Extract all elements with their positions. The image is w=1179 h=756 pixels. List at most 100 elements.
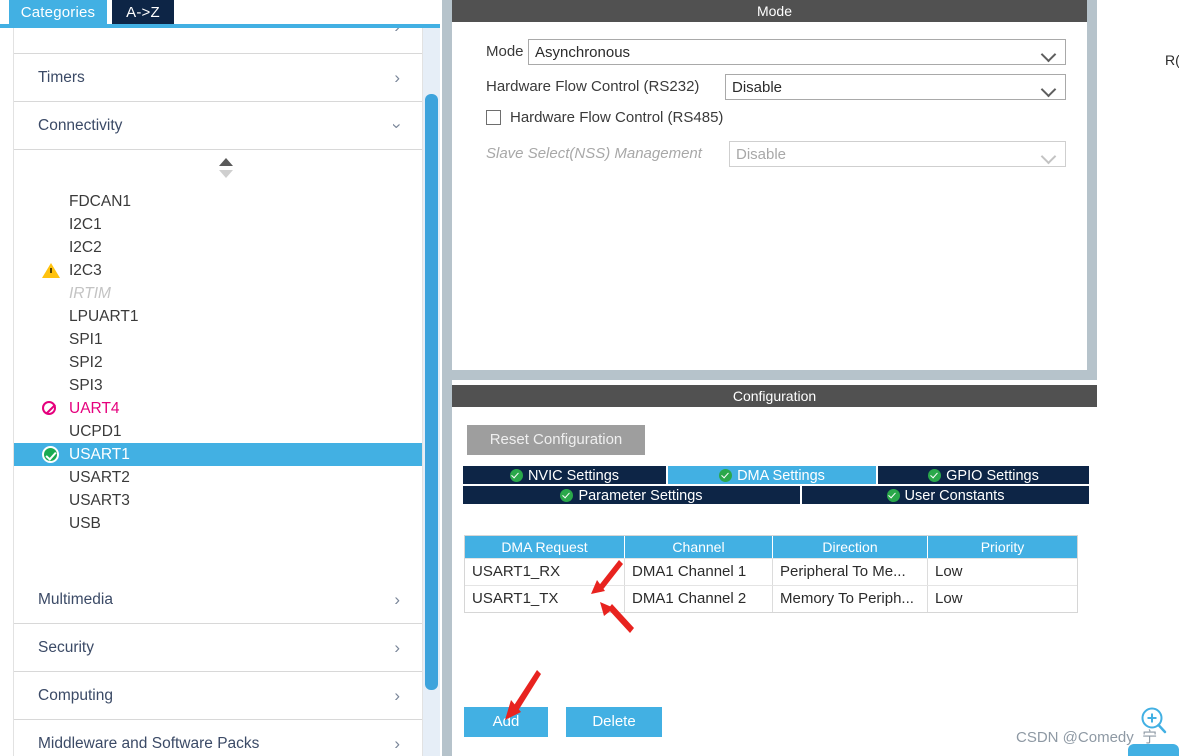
peripheral-label: USART3: [69, 492, 130, 509]
check-circle-icon: [719, 469, 733, 482]
category-row-analog[interactable]: Analog ›: [14, 28, 422, 54]
sidebar-scrollbar-thumb[interactable]: [425, 94, 438, 690]
chevron-right-icon: ›: [394, 686, 400, 705]
category-row-computing[interactable]: Computing ›: [14, 672, 422, 720]
sort-arrows-icon[interactable]: [217, 158, 237, 180]
peripheral-item-spi1[interactable]: SPI1: [14, 328, 422, 351]
peripheral-browser-panel: Categories A->Z Analog › Timers › Connec…: [0, 0, 440, 756]
peripheral-item-usart1[interactable]: USART1: [14, 443, 422, 466]
cell-priority: Low: [935, 563, 963, 580]
tab-a-to-z[interactable]: A->Z: [112, 0, 174, 26]
category-row-connectivity[interactable]: Connectivity ›: [14, 102, 422, 150]
configuration-panel-title: Configuration: [452, 385, 1097, 407]
check-circle-icon: [928, 469, 942, 482]
column-header-dma-request[interactable]: DMA Request: [465, 536, 625, 558]
category-label-computing: Computing: [38, 687, 113, 704]
dma-table-header: DMA Request Channel Direction Priority: [465, 536, 1077, 558]
column-header-priority[interactable]: Priority: [928, 536, 1077, 558]
check-circle-icon: [42, 446, 59, 463]
mode-panel-body: Mode Asynchronous Hardware Flow Control …: [452, 22, 1097, 370]
peripheral-label: I2C3: [69, 262, 102, 279]
delete-button[interactable]: Delete: [566, 707, 662, 737]
peripheral-label: USART2: [69, 469, 130, 486]
peripheral-label: UCPD1: [69, 423, 122, 440]
tab-label: DMA Settings: [737, 468, 825, 484]
mode-panel: Mode Mode Asynchronous Hardware Flow Con…: [452, 0, 1097, 370]
tab-label: NVIC Settings: [527, 468, 620, 484]
cell-priority: Low: [935, 590, 963, 607]
mode-panel-title: Mode: [452, 0, 1097, 22]
peripheral-label: UART4: [69, 400, 120, 417]
peripheral-sort-box: [14, 150, 422, 190]
table-row[interactable]: USART1_RX DMA1 Channel 1 Peripheral To M…: [465, 558, 1077, 585]
mode-field-label: Mode: [486, 43, 524, 60]
tab-label: GPIO Settings: [946, 468, 1039, 484]
configuration-panel: Configuration Reset Configuration NVIC S…: [452, 380, 1097, 756]
hwfc-rs232-select[interactable]: Disable: [725, 74, 1066, 100]
peripheral-label: USB: [69, 515, 101, 532]
peripheral-item-fdcan1[interactable]: FDCAN1: [14, 190, 422, 213]
nss-management-label: Slave Select(NSS) Management: [486, 145, 702, 162]
category-label-multimedia: Multimedia: [38, 591, 113, 608]
tab-user-constants[interactable]: User Constants: [801, 485, 1090, 505]
panel-divider-middle: [442, 370, 1097, 380]
category-row-middleware[interactable]: Middleware and Software Packs ›: [14, 720, 422, 756]
chevron-right-icon: ›: [394, 590, 400, 609]
peripheral-item-usart3[interactable]: USART3: [14, 489, 422, 512]
peripheral-label: SPI2: [69, 354, 103, 371]
column-header-channel[interactable]: Channel: [625, 536, 773, 558]
nss-management-select[interactable]: Disable: [729, 141, 1066, 167]
peripheral-item-i2c1[interactable]: I2C1: [14, 213, 422, 236]
tab-gpio-settings[interactable]: GPIO Settings: [877, 465, 1090, 485]
blocked-icon: [42, 401, 56, 415]
tab-nvic-settings[interactable]: NVIC Settings: [462, 465, 667, 485]
category-row-timers[interactable]: Timers ›: [14, 54, 422, 102]
peripheral-label: SPI3: [69, 377, 103, 394]
cell-dma-request: USART1_TX: [465, 586, 625, 612]
chevron-right-icon: ›: [394, 28, 400, 53]
reset-configuration-button[interactable]: Reset Configuration: [467, 425, 645, 455]
peripheral-item-spi3[interactable]: SPI3: [14, 374, 422, 397]
chevron-down-icon: ›: [388, 123, 408, 129]
peripheral-list: FDCAN1 I2C1 I2C2 I2C3 IRTIM LPUART1 SPI1: [14, 190, 422, 535]
tab-parameter-settings[interactable]: Parameter Settings: [462, 485, 801, 505]
add-button[interactable]: Add: [464, 707, 548, 737]
check-circle-icon: [509, 469, 523, 482]
chevron-right-icon: ›: [394, 68, 400, 87]
cell-direction: Memory To Periph...: [773, 586, 928, 612]
bottom-accent-bar: [1128, 744, 1179, 756]
peripheral-item-ucpd1[interactable]: UCPD1: [14, 420, 422, 443]
nss-management-value: Disable: [736, 146, 787, 163]
peripheral-item-i2c3[interactable]: I2C3: [14, 259, 422, 282]
peripheral-item-usb[interactable]: USB: [14, 512, 422, 535]
peripheral-item-spi2[interactable]: SPI2: [14, 351, 422, 374]
chevron-right-icon: ›: [394, 734, 400, 753]
peripheral-item-irtim[interactable]: IRTIM: [14, 282, 422, 305]
check-circle-icon: [886, 489, 900, 502]
mode-select[interactable]: Asynchronous: [528, 39, 1066, 65]
peripheral-item-i2c2[interactable]: I2C2: [14, 236, 422, 259]
tab-categories[interactable]: Categories: [9, 0, 107, 26]
peripheral-label: LPUART1: [69, 308, 139, 325]
category-row-multimedia[interactable]: Multimedia ›: [14, 576, 422, 624]
hwfc-rs232-label: Hardware Flow Control (RS232): [486, 78, 700, 95]
category-label-connectivity: Connectivity: [38, 117, 123, 134]
right-side-area: R(: [1097, 0, 1179, 756]
column-header-direction[interactable]: Direction: [773, 536, 928, 558]
configuration-tabs: NVIC Settings DMA Settings GPIO Settings…: [462, 465, 1090, 506]
hwfc-rs485-label: Hardware Flow Control (RS485): [510, 109, 724, 126]
table-row[interactable]: USART1_TX DMA1 Channel 2 Memory To Perip…: [465, 585, 1077, 612]
peripheral-label: SPI1: [69, 331, 103, 348]
peripheral-item-lpuart1[interactable]: LPUART1: [14, 305, 422, 328]
peripheral-item-usart2[interactable]: USART2: [14, 466, 422, 489]
tab-label: User Constants: [904, 488, 1005, 504]
hwfc-rs485-checkbox[interactable]: [486, 110, 501, 125]
cell-dma-request: USART1_RX: [465, 559, 625, 585]
chevron-down-icon: [1040, 81, 1057, 98]
peripheral-item-uart4[interactable]: UART4: [14, 397, 422, 420]
category-row-security[interactable]: Security ›: [14, 624, 422, 672]
nss-management-field: Slave Select(NSS) Management Disable: [486, 141, 1066, 167]
check-circle-icon: [560, 489, 574, 502]
peripheral-label: FDCAN1: [69, 193, 132, 210]
tab-dma-settings[interactable]: DMA Settings: [667, 465, 877, 485]
